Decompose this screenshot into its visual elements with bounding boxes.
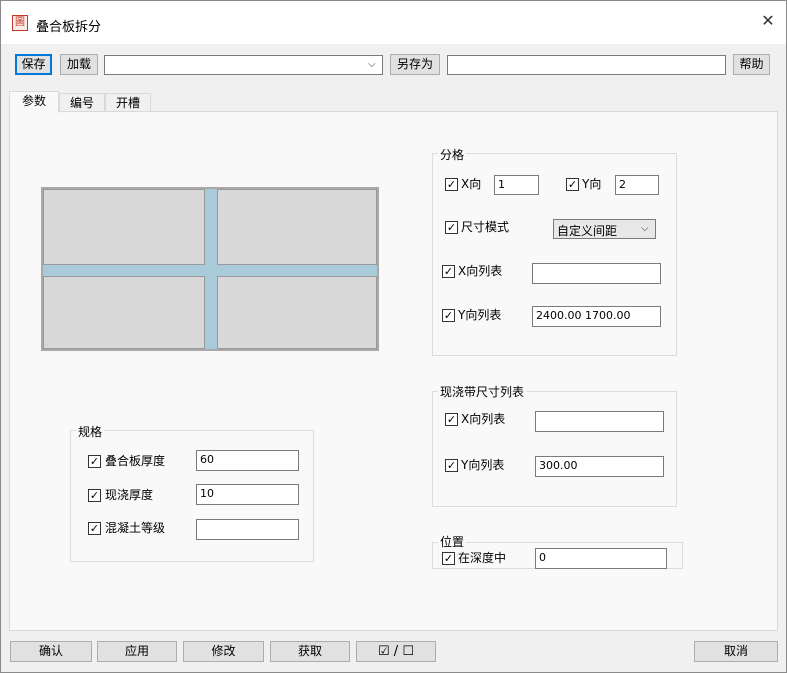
specs-slab-thickness-checkbox[interactable]: ✓ <box>88 455 101 468</box>
cast-strip-vertical <box>205 189 217 349</box>
division-x-list-label: X向列表 <box>458 264 503 278</box>
cast-strip-x-list-checkbox[interactable]: ✓ <box>445 413 458 426</box>
division-x-label: X向 <box>461 177 482 191</box>
specs-cast-thickness-label: 现浇厚度 <box>105 488 154 502</box>
modify-button[interactable]: 修改 <box>183 641 264 662</box>
division-x-list-input[interactable] <box>532 263 661 284</box>
specs-cast-thickness-input[interactable]: 10 <box>196 484 299 505</box>
tab-slotting[interactable]: 开槽 <box>105 93 151 112</box>
cast-strip-y-list-checkbox[interactable]: ✓ <box>445 459 458 472</box>
save-as-name-input[interactable] <box>447 55 726 75</box>
load-button[interactable]: 加载 <box>60 54 98 75</box>
cast-strip-x-list-input[interactable] <box>535 411 664 432</box>
division-y-list-input[interactable]: 2400.00 1700.00 <box>532 306 661 327</box>
help-button[interactable]: 帮助 <box>733 54 770 75</box>
division-x-list-checkbox[interactable]: ✓ <box>442 265 455 278</box>
app-icon: 圖 <box>12 15 28 31</box>
size-mode-checkbox[interactable]: ✓ <box>445 221 458 234</box>
specs-concrete-grade-input[interactable] <box>196 519 299 540</box>
size-mode-label: 尺寸模式 <box>461 220 510 234</box>
preview-panel <box>217 189 377 265</box>
division-x-checkbox[interactable]: ✓ <box>445 178 458 191</box>
cancel-button[interactable]: 取消 <box>694 641 778 662</box>
preview-panel <box>43 189 205 265</box>
confirm-button[interactable]: 确认 <box>10 641 92 662</box>
specs-concrete-grade-label: 混凝土等级 <box>105 521 166 535</box>
specs-slab-thickness-label: 叠合板厚度 <box>105 454 166 468</box>
specs-slab-thickness-input[interactable]: 60 <box>196 450 299 471</box>
tab-numbering[interactable]: 编号 <box>59 93 105 112</box>
division-y-input[interactable]: 2 <box>615 175 659 195</box>
center-depth-label: 在深度中 <box>458 551 507 565</box>
division-y-checkbox[interactable]: ✓ <box>566 178 579 191</box>
tab-params[interactable]: 参数 <box>9 91 59 113</box>
size-mode-select-value: 自定义间距 <box>557 224 618 238</box>
save-as-button[interactable]: 另存为 <box>390 54 440 75</box>
division-y-list-checkbox[interactable]: ✓ <box>442 309 455 322</box>
preset-combo[interactable]: ⌵ <box>104 55 383 75</box>
division-y-list-label: Y向列表 <box>458 308 502 322</box>
division-x-input[interactable]: 1 <box>494 175 539 195</box>
save-button[interactable]: 保存 <box>15 54 52 75</box>
position-group-label: 位置 <box>438 533 467 550</box>
preview-panel <box>217 276 377 349</box>
cast-strip-x-list-label: X向列表 <box>461 412 506 426</box>
chevron-down-icon: ⌵ <box>641 223 649 234</box>
division-group-label: 分格 <box>438 146 467 163</box>
center-depth-checkbox[interactable]: ✓ <box>442 552 455 565</box>
chevron-down-icon: ⌵ <box>368 59 376 70</box>
title-bar <box>1 1 786 44</box>
split-preview <box>41 187 379 351</box>
cast-strip-group-label: 现浇带尺寸列表 <box>438 383 527 400</box>
apply-button[interactable]: 应用 <box>97 641 177 662</box>
fetch-button[interactable]: 获取 <box>270 641 350 662</box>
preview-panel <box>43 276 205 349</box>
cast-strip-group <box>432 391 677 507</box>
specs-cast-thickness-checkbox[interactable]: ✓ <box>88 489 101 502</box>
close-icon[interactable]: ✕ <box>757 10 779 32</box>
specs-group-label: 规格 <box>76 423 105 440</box>
division-y-label: Y向 <box>582 177 602 191</box>
window-title: 叠合板拆分 <box>36 20 102 35</box>
toggle-check-all-button[interactable]: ☑ / ☐ <box>356 641 436 662</box>
size-mode-select[interactable]: 自定义间距 ⌵ <box>553 219 656 239</box>
center-depth-input[interactable]: 0 <box>535 548 667 569</box>
cast-strip-y-list-input[interactable]: 300.00 <box>535 456 664 477</box>
cast-strip-y-list-label: Y向列表 <box>461 458 505 472</box>
specs-concrete-grade-checkbox[interactable]: ✓ <box>88 522 101 535</box>
